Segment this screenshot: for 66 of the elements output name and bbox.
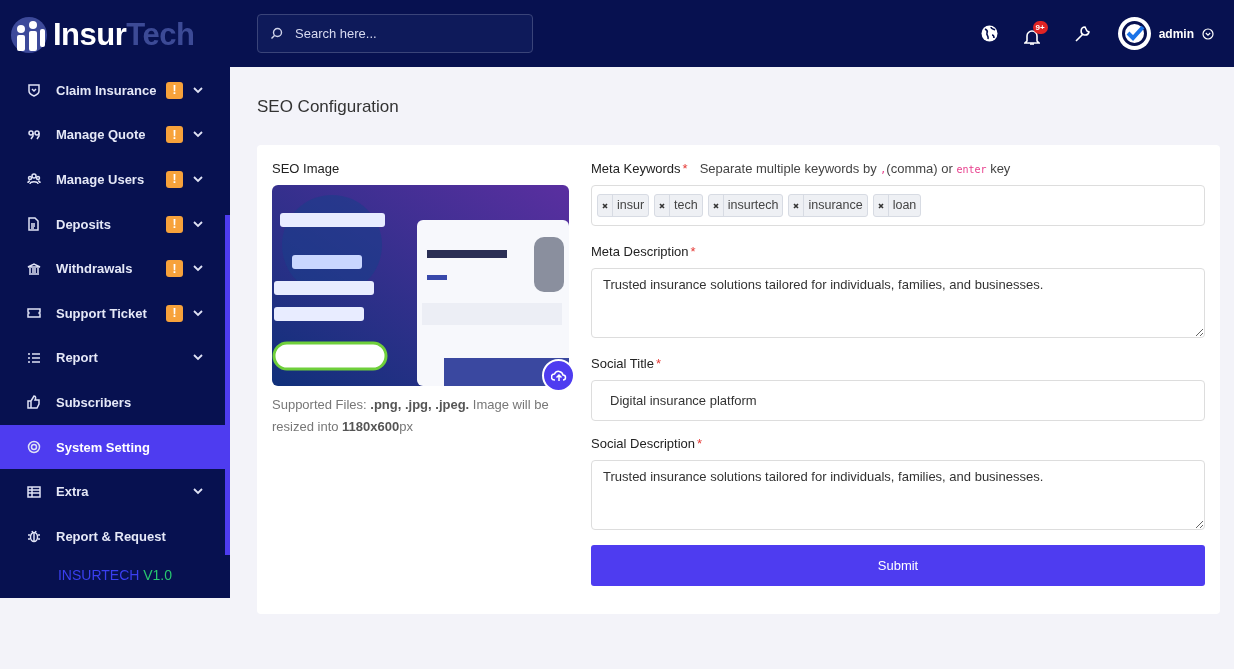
alert-badge: ! xyxy=(166,304,183,322)
shield-icon xyxy=(27,83,41,98)
sidebar-item[interactable]: Report & Request xyxy=(0,513,225,559)
supported-files-note: Supported Files: .png, .jpg, .jpeg. Image will be resized into 1180x600px xyxy=(272,396,550,436)
user-name[interactable]: admin xyxy=(1158,26,1194,41)
thumbs-up-icon xyxy=(27,395,41,410)
sidebar-item[interactable]: Claim Insurance ! xyxy=(0,68,225,113)
sidebar-item[interactable]: Withdrawals ! xyxy=(0,246,225,291)
keywords-field[interactable]: insur tech insurtech insurance loan xyxy=(591,185,1205,226)
chevron-down-icon[interactable] xyxy=(1202,27,1214,40)
remove-icon[interactable] xyxy=(659,202,666,209)
field-label: Meta Keywords* xyxy=(591,161,688,176)
field-label: Meta Description* xyxy=(591,244,697,259)
version-label: INSURTECH V1.0 xyxy=(57,566,173,583)
wrench-icon[interactable] xyxy=(1073,24,1092,43)
bell-icon xyxy=(1023,28,1040,46)
page-title: SEO Configuration xyxy=(257,97,400,117)
sidebar-item[interactable]: Manage Quote ! xyxy=(0,112,225,158)
sidebar-item[interactable]: Report xyxy=(0,335,225,381)
remove-icon[interactable] xyxy=(793,202,800,209)
alert-badge: ! xyxy=(166,126,183,144)
social-title-field[interactable]: Digital insurance platform xyxy=(591,380,1205,421)
social-description-field[interactable]: Trusted insurance solutions tailored for individuals, families, and businesses. xyxy=(591,460,1205,530)
notification-button[interactable]: 9+ xyxy=(1023,21,1048,46)
sidebar-item[interactable]: Extra xyxy=(0,469,225,514)
sidebar-item[interactable]: Subscribers xyxy=(0,380,225,425)
remove-icon[interactable] xyxy=(877,202,884,209)
globe-icon[interactable] xyxy=(980,25,998,42)
remove-icon[interactable] xyxy=(712,202,719,209)
sidebar-item[interactable]: Manage Users ! xyxy=(0,157,225,202)
ticket-icon xyxy=(27,306,41,321)
keyword-tag: insur xyxy=(597,194,650,217)
scrollbar-thumb[interactable] xyxy=(225,215,230,555)
avatar-icon xyxy=(1117,17,1151,50)
field-label: Social Title* xyxy=(591,356,662,371)
list-icon xyxy=(27,350,41,365)
alert-badge: ! xyxy=(166,171,183,188)
alert-badge: ! xyxy=(166,215,183,233)
bank-icon xyxy=(27,261,41,276)
keyword-tag: insurance xyxy=(788,194,868,217)
gear-icon xyxy=(27,440,41,455)
notification-count: 9+ xyxy=(1032,21,1048,34)
invoice-icon xyxy=(27,217,41,232)
search-field[interactable]: Search here... xyxy=(257,14,533,53)
bug-icon xyxy=(27,529,41,544)
cloud-upload-icon xyxy=(550,369,567,382)
sidebar-item[interactable]: Support Ticket ! xyxy=(0,290,225,336)
users-icon xyxy=(27,172,41,187)
quote-icon xyxy=(27,127,41,142)
field-label: SEO Image xyxy=(272,161,341,176)
keyword-tag: tech xyxy=(654,194,703,217)
alert-badge: ! xyxy=(166,81,183,99)
search-icon xyxy=(270,27,283,40)
submit-button[interactable]: Submit xyxy=(591,545,1205,586)
table-icon xyxy=(27,484,41,499)
meta-description-field[interactable]: Trusted insurance solutions tailored for individuals, families, and businesses. xyxy=(591,268,1205,338)
brand-name: InsurTech xyxy=(53,17,195,53)
remove-icon[interactable] xyxy=(602,202,608,209)
hint-text: Separate multiple keywords by ,(comma) or enter key xyxy=(699,161,1011,176)
sidebar-item[interactable]: System Setting xyxy=(0,424,225,470)
sidebar-item[interactable]: Deposits ! xyxy=(0,201,225,247)
keyword-tag: loan xyxy=(872,194,922,217)
logo-icon xyxy=(9,15,49,55)
field-label: Social Description* xyxy=(591,436,704,451)
alert-badge: ! xyxy=(166,260,183,278)
keyword-tag: insurtech xyxy=(707,194,784,217)
